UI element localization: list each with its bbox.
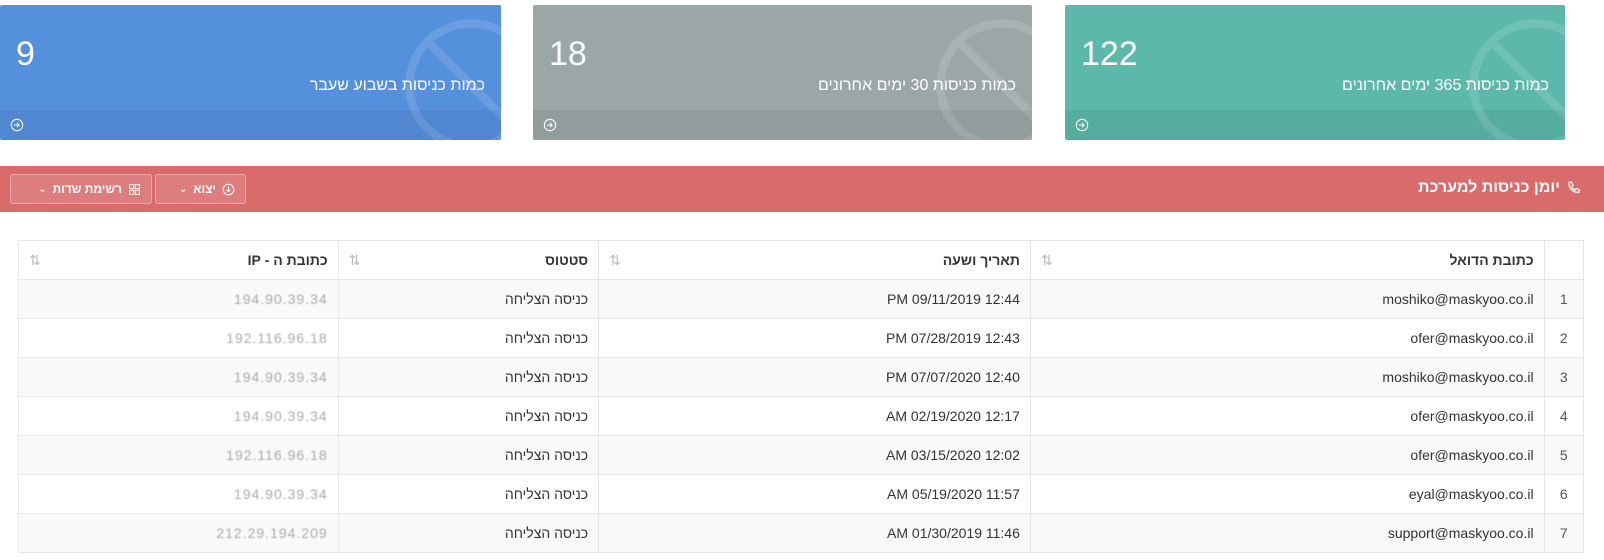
column-header-email[interactable]: כתובת הדואל ⇅	[1029, 240, 1545, 280]
fields-list-label: רשימת שדות	[52, 182, 123, 196]
table-row[interactable]: 2 ofer@maskyoo.co.il PM 07/28/2019 12:43 כנ…	[18, 318, 1585, 358]
table-header-row: כתובת הדואל ⇅ תאריך ושעה ⇅ סטטוס ⇅ כתובת ה …	[18, 240, 1585, 280]
ip-cell: 192.116.96.18	[18, 435, 339, 475]
sort-icon[interactable]: ⇅	[29, 252, 41, 269]
column-header-label: תאריך ושעה	[942, 252, 1020, 268]
email-cell: ofer@maskyoo.co.il	[1029, 396, 1545, 436]
grid-icon	[129, 183, 140, 195]
row-index-cell: 4	[1543, 396, 1585, 436]
ip-cell: 192.116.96.18	[18, 318, 339, 358]
sort-icon[interactable]: ⇅	[1041, 252, 1053, 269]
ip-cell: 194.90.39.34	[18, 474, 339, 514]
column-header-label: כתובת הדואל	[1449, 252, 1534, 268]
login-log-panel-header: יומן כניסות למערכת יצוא ⌄ רשימת שדות ⌄	[0, 166, 1604, 212]
datetime-cell: PM 07/28/2019 12:43	[598, 318, 1031, 358]
table-row[interactable]: 3 moshiko@maskyoo.co.il PM 07/07/2020 12:4…	[18, 357, 1585, 397]
stat-footer-link[interactable]	[0, 110, 501, 140]
chevron-down-icon: ⌄	[178, 183, 188, 195]
datetime-cell: PM 09/11/2019 12:44	[598, 279, 1031, 319]
status-cell: כניסה הצליחה	[337, 318, 600, 358]
login-log-table-container: כתובת הדואל ⇅ תאריך ושעה ⇅ סטטוס ⇅ כתובת ה …	[18, 240, 1585, 553]
ip-cell: 194.90.39.34	[18, 357, 339, 397]
stat-footer-link[interactable]	[533, 110, 1032, 140]
datetime-cell: AM 01/30/2019 11:46	[598, 513, 1031, 553]
column-header-label: כתובת ה - IP	[247, 252, 328, 268]
table-row[interactable]: 4 ofer@maskyoo.co.il AM 02/19/2020 12:17 כנ…	[18, 396, 1585, 436]
stat-card-week: 9 כמות כניסות בשבוע שעבר	[0, 5, 501, 140]
stat-value: 9	[16, 35, 35, 73]
panel-title: יומן כניסות למערכת	[1418, 179, 1582, 197]
email-cell: ofer@maskyoo.co.il	[1029, 435, 1545, 475]
status-cell: כניסה הצליחה	[337, 279, 600, 319]
stat-value: 122	[1081, 35, 1138, 73]
status-cell: כניסה הצליחה	[337, 357, 600, 397]
status-cell: כניסה הצליחה	[337, 474, 600, 514]
email-cell: support@maskyoo.co.il	[1029, 513, 1545, 553]
arrow-circle-right-icon	[10, 118, 24, 132]
email-cell: eyal@maskyoo.co.il	[1029, 474, 1545, 514]
datetime-cell: AM 05/19/2020 11:57	[598, 474, 1031, 514]
row-index-cell: 7	[1543, 513, 1585, 553]
panel-title-text: יומן כניסות למערכת	[1418, 179, 1560, 196]
ip-cell: 212.29.194.209	[18, 513, 339, 553]
row-index-cell: 6	[1543, 474, 1585, 514]
column-header-label: סטטוס	[545, 252, 589, 268]
stat-card-365days: 122 כמות כניסות 365 ימים אחרונים	[1065, 5, 1565, 140]
chevron-down-icon: ⌄	[38, 183, 47, 195]
table-row[interactable]: 5 ofer@maskyoo.co.il AM 03/15/2020 12:02 כנ…	[18, 435, 1585, 475]
sort-icon[interactable]: ⇅	[349, 252, 361, 269]
column-header-datetime[interactable]: תאריך ושעה ⇅	[598, 240, 1031, 280]
stat-label: כמות כניסות 365 ימים אחרונים	[1342, 77, 1549, 94]
table-row[interactable]: 7 support@maskyoo.co.il AM 01/30/2019 11:4…	[18, 513, 1585, 553]
sort-icon[interactable]: ⇅	[609, 252, 621, 269]
export-label: יצוא	[193, 182, 216, 196]
table-row[interactable]: 6 eyal@maskyoo.co.il AM 05/19/2020 11:57 כנ…	[18, 474, 1585, 514]
table-body: 1 moshiko@maskyoo.co.il PM 09/11/2019 12:4…	[18, 279, 1585, 553]
datetime-cell: PM 07/07/2020 12:40	[598, 357, 1031, 397]
arrow-circle-right-icon	[543, 118, 557, 132]
stat-footer-link[interactable]	[1065, 110, 1565, 140]
row-index-cell: 3	[1543, 357, 1585, 397]
export-button[interactable]: יצוא ⌄	[155, 174, 246, 204]
stat-label: כמות כניסות בשבוע שעבר	[309, 77, 485, 94]
row-index-cell: 5	[1543, 435, 1585, 475]
row-index-cell: 2	[1543, 318, 1585, 358]
datetime-cell: AM 02/19/2020 12:17	[598, 396, 1031, 436]
login-log-table: כתובת הדואל ⇅ תאריך ושעה ⇅ סטטוס ⇅ כתובת ה …	[18, 240, 1585, 553]
ip-cell: 194.90.39.34	[18, 396, 339, 436]
column-header-status[interactable]: סטטוס ⇅	[337, 240, 600, 280]
status-cell: כניסה הצליחה	[337, 513, 600, 553]
status-cell: כניסה הצליחה	[337, 435, 600, 475]
email-cell: moshiko@maskyoo.co.il	[1029, 357, 1545, 397]
status-cell: כניסה הצליחה	[337, 396, 600, 436]
column-header-ip[interactable]: כתובת ה - IP ⇅	[18, 240, 339, 280]
email-cell: ofer@maskyoo.co.il	[1029, 318, 1545, 358]
fields-list-button[interactable]: רשימת שדות ⌄	[10, 174, 152, 204]
table-row[interactable]: 1 moshiko@maskyoo.co.il PM 09/11/2019 12:4…	[18, 279, 1585, 319]
download-circle-icon	[222, 183, 235, 195]
stats-row: 9 כמות כניסות בשבוע שעבר 18 כמות כניסות …	[0, 5, 1604, 140]
column-header-index	[1543, 240, 1585, 280]
stat-label: כמות כניסות 30 ימים אחרונים	[817, 77, 1016, 94]
email-cell: moshiko@maskyoo.co.il	[1029, 279, 1545, 319]
datetime-cell: AM 03/15/2020 12:02	[598, 435, 1031, 475]
arrow-circle-right-icon	[1075, 118, 1089, 132]
row-index-cell: 1	[1543, 279, 1585, 319]
stat-value: 18	[549, 35, 587, 73]
phone-icon	[1568, 181, 1581, 194]
ip-cell: 194.90.39.34	[18, 279, 339, 319]
stat-card-30days: 18 כמות כניסות 30 ימים אחרונים	[533, 5, 1032, 140]
